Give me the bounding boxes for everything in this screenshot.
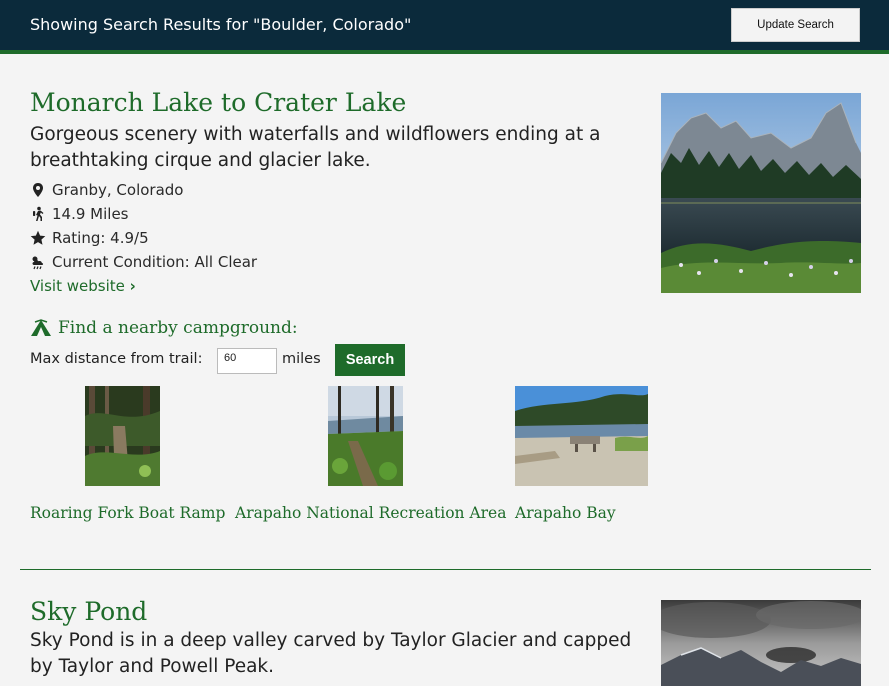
- campground-search-button[interactable]: Search: [335, 344, 405, 376]
- location-text: Granby, Colorado: [52, 181, 184, 199]
- weather-icon: [30, 254, 46, 270]
- campground-thumbnail[interactable]: [85, 386, 160, 486]
- trail-photo: [661, 93, 861, 293]
- results-divider: [20, 569, 871, 570]
- update-search-button[interactable]: Update Search: [731, 8, 860, 42]
- trail-description: Gorgeous scenery with waterfalls and wil…: [30, 124, 601, 171]
- campground-link[interactable]: Arapaho National Recreation Area: [235, 504, 506, 522]
- rating-text: Rating: 4.9/5: [52, 229, 149, 247]
- trail-distance: 14.9 Miles: [30, 205, 129, 223]
- star-icon: [30, 230, 46, 246]
- trail-rating: Rating: 4.9/5: [30, 229, 149, 247]
- trail-condition: Current Condition: All Clear: [30, 253, 257, 271]
- campground-thumbnail[interactable]: [328, 386, 403, 486]
- campground-heading: Find a nearby campground:: [30, 318, 298, 338]
- visit-website-label: Visit website: [30, 277, 125, 295]
- search-results-title: Showing Search Results for "Boulder, Col…: [30, 15, 412, 34]
- trail-description: Sky Pond is in a deep valley carved by T…: [30, 630, 632, 677]
- trail-location: Granby, Colorado: [30, 181, 183, 199]
- campground-link[interactable]: Roaring Fork Boat Ramp: [30, 504, 225, 522]
- visit-website-link[interactable]: Visit website ›: [30, 277, 136, 295]
- condition-text: Current Condition: All Clear: [52, 253, 258, 271]
- tent-icon: [30, 319, 52, 337]
- max-distance-input[interactable]: 60: [217, 348, 277, 374]
- top-bar: Showing Search Results for "Boulder, Col…: [0, 0, 889, 54]
- trail-title: Sky Pond: [30, 597, 148, 626]
- max-distance-label: Max distance from trail:: [30, 351, 203, 367]
- chevron-right-icon: ›: [129, 277, 136, 295]
- distance-text: 14.9 Miles: [52, 205, 129, 223]
- trail-photo: [661, 600, 861, 686]
- trail-title: Monarch Lake to Crater Lake: [30, 88, 407, 117]
- campground-link[interactable]: Arapaho Bay: [515, 504, 616, 522]
- miles-label: miles: [282, 351, 321, 367]
- campground-thumbnail[interactable]: [515, 386, 648, 486]
- map-pin-icon: [30, 182, 46, 198]
- campground-heading-text: Find a nearby campground:: [58, 318, 298, 338]
- hiker-icon: [30, 206, 46, 222]
